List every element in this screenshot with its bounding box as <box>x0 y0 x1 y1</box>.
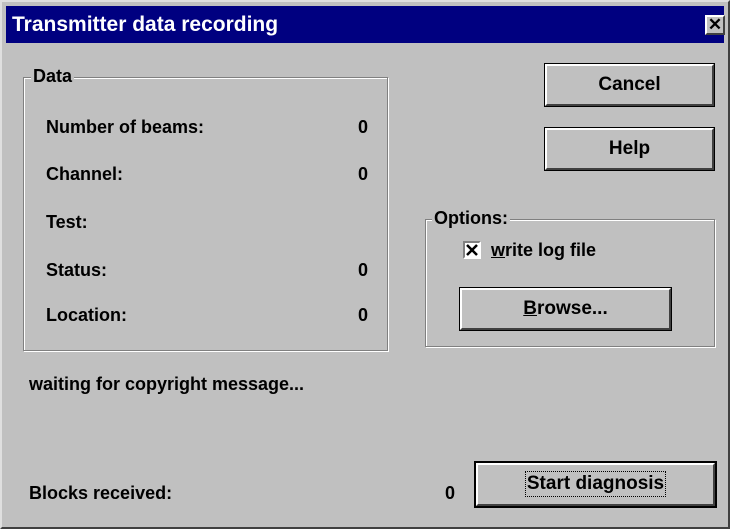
write-log-label-rest: rite log file <box>505 240 597 260</box>
status-value: 0 <box>358 260 369 280</box>
browse-label-rest: rowse... <box>536 298 608 319</box>
cancel-button[interactable]: Cancel <box>545 64 714 106</box>
help-button[interactable]: Help <box>545 128 714 170</box>
write-log-mnemonic: w <box>491 240 506 260</box>
checkmark-icon <box>466 244 478 256</box>
blocks-received-label: Blocks received: <box>29 483 173 503</box>
channel-value: 0 <box>358 164 369 184</box>
data-group-label: Data <box>31 66 75 86</box>
test-label: Test: <box>46 212 88 232</box>
status-label: Status: <box>46 260 108 280</box>
write-log-label[interactable]: write log file <box>491 240 596 260</box>
cancel-label: Cancel <box>598 74 661 95</box>
location-label: Location: <box>46 305 127 325</box>
browse-mnemonic: B <box>523 298 537 319</box>
title-bar[interactable]: Transmitter data recording ✕ <box>6 6 725 43</box>
browse-button[interactable]: Browse... <box>460 288 671 330</box>
close-icon: ✕ <box>707 15 723 34</box>
start-diagnosis-button[interactable]: Start diagnosis <box>476 463 715 506</box>
location-value: 0 <box>358 305 369 325</box>
blocks-received-value: 0 <box>445 483 456 503</box>
status-message: waiting for copyright message... <box>29 374 305 394</box>
write-log-checkbox[interactable] <box>463 241 481 259</box>
options-group-label: Options: <box>432 208 510 228</box>
close-button[interactable]: ✕ <box>705 15 725 35</box>
channel-label: Channel: <box>46 164 124 184</box>
number-of-beams-value: 0 <box>358 117 369 137</box>
help-label: Help <box>608 138 651 159</box>
start-diagnosis-label: Start diagnosis <box>524 471 667 497</box>
number-of-beams-label: Number of beams: <box>46 117 205 137</box>
transmitter-dialog: Transmitter data recording ✕ Data Number… <box>0 0 730 529</box>
window-title: Transmitter data recording <box>12 13 279 36</box>
browse-label: Browse... <box>523 290 607 328</box>
